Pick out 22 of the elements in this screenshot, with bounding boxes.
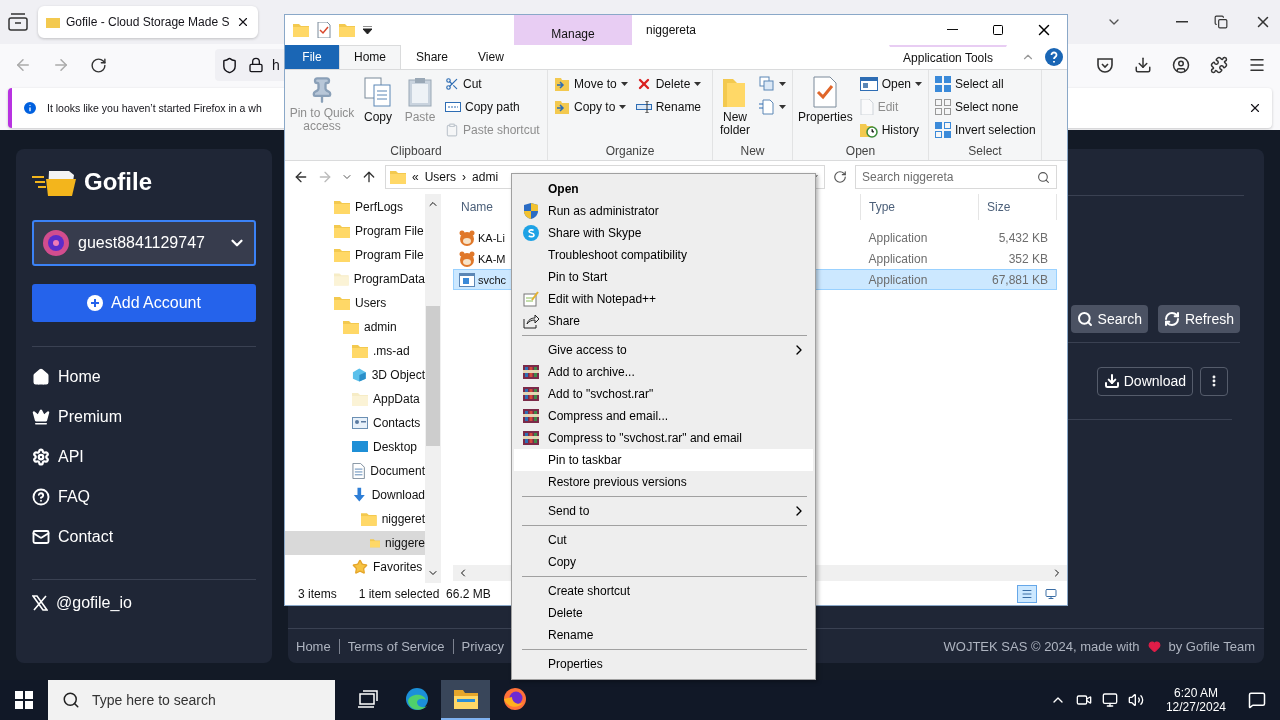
file-name: svchc	[478, 273, 507, 286]
file-name: KA-Li	[478, 231, 505, 244]
window-title: niggereta	[646, 22, 697, 37]
footer-credit: WOJTEK SAS © 2024, made with	[943, 638, 1140, 654]
group-label: Open	[844, 143, 877, 160]
notification-text: It looks like you haven’t started Firefox in a wh	[47, 102, 262, 114]
status-text: 3 items	[298, 587, 337, 601]
brand-name: Gofile	[84, 168, 152, 196]
file-type: Application	[867, 230, 929, 245]
file-size: 67,881 KB	[990, 272, 1049, 287]
status-text: 1 item selected 66.2 MB	[358, 587, 491, 601]
file-type: Application	[867, 272, 929, 287]
group-label: New	[739, 143, 766, 160]
file-size: 352 KB	[1007, 251, 1049, 266]
group-label: Clipboard	[389, 143, 443, 160]
file-size: 5,432 KB	[997, 230, 1049, 245]
file-name: KA-M	[478, 252, 506, 265]
footer-credit: by Gofile Team	[1168, 638, 1255, 654]
file-type: Application	[867, 251, 929, 266]
contextual-tab-header: Manage	[514, 15, 632, 45]
group-label: Select	[967, 143, 1003, 160]
group-label: Organize	[604, 143, 656, 160]
